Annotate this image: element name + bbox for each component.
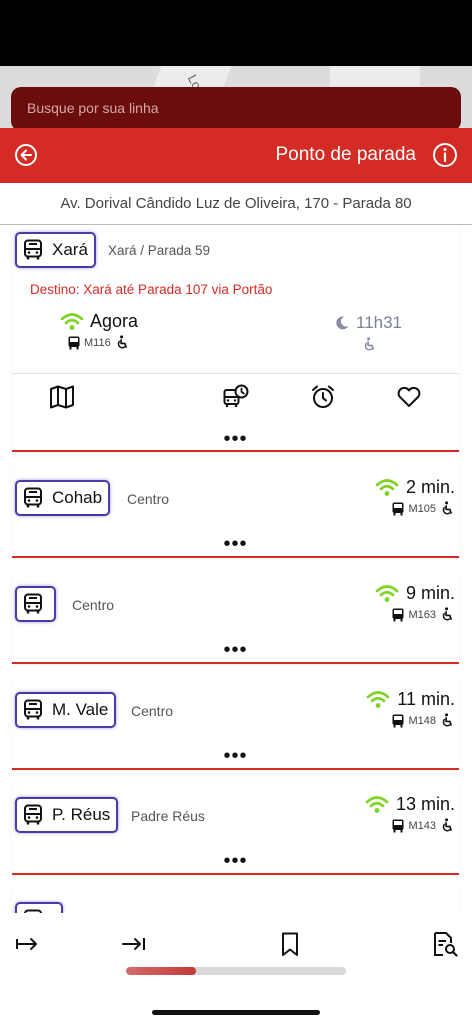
eta-time: 9 min. (405, 583, 455, 603)
wheelchair-accessible-icon (442, 501, 453, 515)
wheelchair-accessible-icon (442, 818, 453, 832)
line-badge[interactable] (15, 586, 56, 622)
back-arrow-icon[interactable] (14, 143, 38, 167)
more-options-button[interactable]: ••• (12, 640, 459, 660)
eta-block: 13 min. M143 (364, 794, 455, 833)
line-destination: Padre Réus (131, 808, 205, 824)
document-search-icon[interactable] (432, 931, 458, 957)
arrival-card[interactable]: M. Vale Centro 11 min. M148 ••• (12, 677, 459, 770)
line-badge[interactable]: Cohab (15, 480, 111, 516)
vehicle-id: M105 (408, 502, 436, 515)
line-badge[interactable]: M. Vale (15, 692, 117, 728)
bus-icon (24, 804, 42, 825)
bus-icon (24, 593, 42, 614)
search-input[interactable] (27, 100, 427, 116)
info-icon[interactable] (432, 142, 458, 168)
scroll-progress-bar (126, 967, 346, 975)
line-destination: Centro (131, 703, 174, 719)
wheelchair-accessible-icon (442, 713, 453, 727)
bookmark-icon[interactable] (277, 931, 303, 957)
realtime-signal-icon (375, 584, 399, 602)
vehicle-id: M143 (408, 819, 436, 832)
bus-icon (392, 819, 404, 832)
arrivals-list[interactable]: Xará Xará / Parada 59 Destino: Xará até … (0, 225, 472, 913)
more-options-button[interactable]: ••• (12, 534, 459, 554)
line-name: Cohab (52, 488, 103, 507)
eta-block: 2 min. M105 (374, 477, 455, 516)
arrival-card[interactable]: P. Réus Padre Réus 13 min. M143 ••• (12, 782, 459, 875)
scheduled-eta: 11h31 (334, 313, 402, 357)
wheelchair-accessible-icon (364, 337, 375, 351)
live-eta: Agora M116 (60, 311, 138, 350)
forward-step-icon[interactable] (14, 931, 40, 957)
scroll-progress-fill (126, 967, 197, 975)
eta-time: 11 min. (397, 689, 455, 709)
realtime-signal-icon (375, 478, 399, 496)
stop-address: Av. Dorival Cândido Luz de Oliveira, 170… (60, 195, 412, 212)
realtime-signal-icon (366, 690, 390, 708)
line-destination: Centro (72, 597, 115, 613)
eta-block: 11 min. M148 (365, 689, 455, 728)
alarm-icon[interactable] (310, 384, 336, 410)
vehicle-id: M148 (408, 714, 436, 727)
line-destination: Xará / Parada 59 (108, 243, 211, 258)
status-bar (0, 0, 472, 66)
bus-icon (392, 714, 404, 727)
eta-block: 9 min. M163 (374, 583, 455, 622)
line-destination: Centro (127, 491, 170, 507)
realtime-signal-icon (60, 312, 84, 330)
stop-address-bar: Av. Dorival Cândido Luz de Oliveira, 170… (0, 183, 472, 225)
moon-icon (336, 316, 349, 330)
arrival-card[interactable]: Cohab Centro 2 min. M105 ••• (12, 465, 459, 558)
home-indicator[interactable] (152, 1010, 320, 1015)
eta-time: 2 min. (405, 477, 455, 497)
header-bar: Ponto de parada (0, 128, 472, 183)
line-badge[interactable] (15, 902, 63, 913)
bus-icon (392, 608, 404, 621)
vehicle-id: M116 (84, 336, 111, 349)
bus-icon (24, 487, 42, 508)
bus-icon (68, 336, 80, 349)
skip-to-end-icon[interactable] (121, 931, 147, 957)
arrival-card-partial[interactable] (12, 887, 459, 913)
wheelchair-accessible-icon (117, 335, 127, 349)
realtime-signal-icon (365, 795, 389, 813)
bus-icon (24, 699, 42, 720)
vehicle-id: M163 (408, 608, 436, 621)
more-options-button[interactable]: ••• (12, 851, 459, 871)
line-badge[interactable]: P. Réus (15, 797, 119, 833)
search-box[interactable] (11, 87, 461, 131)
map-icon[interactable] (49, 384, 75, 410)
line-name: Xará (52, 240, 88, 259)
wheelchair-accessible-icon (442, 607, 453, 621)
bottom-toolbar (0, 913, 472, 1024)
arrival-card[interactable]: Centro 9 min. M163 ••• (12, 571, 459, 664)
full-destination: Destino: Xará até Parada 107 via Portão (30, 282, 273, 297)
bus-schedule-icon[interactable] (223, 384, 249, 410)
eta-time: 13 min. (395, 794, 455, 814)
live-eta-time: Agora (90, 311, 139, 331)
line-name: P. Réus (52, 805, 111, 824)
scheduled-time: 11h31 (356, 313, 403, 332)
line-badge[interactable]: Xará (15, 232, 96, 268)
line-name: M. Vale (52, 700, 109, 719)
app-screen: { "search": { "placeholder": "Busque por… (0, 0, 472, 1024)
page-title: Ponto de parada (275, 144, 416, 165)
bus-icon (24, 239, 42, 260)
favorite-heart-icon[interactable] (396, 384, 422, 410)
more-options-button[interactable]: ••• (12, 429, 459, 449)
arrival-card-expanded[interactable]: Xará Xará / Parada 59 Destino: Xará até … (12, 225, 459, 452)
more-options-button[interactable]: ••• (12, 746, 459, 766)
card-actions (12, 373, 459, 413)
bus-icon (392, 502, 404, 515)
